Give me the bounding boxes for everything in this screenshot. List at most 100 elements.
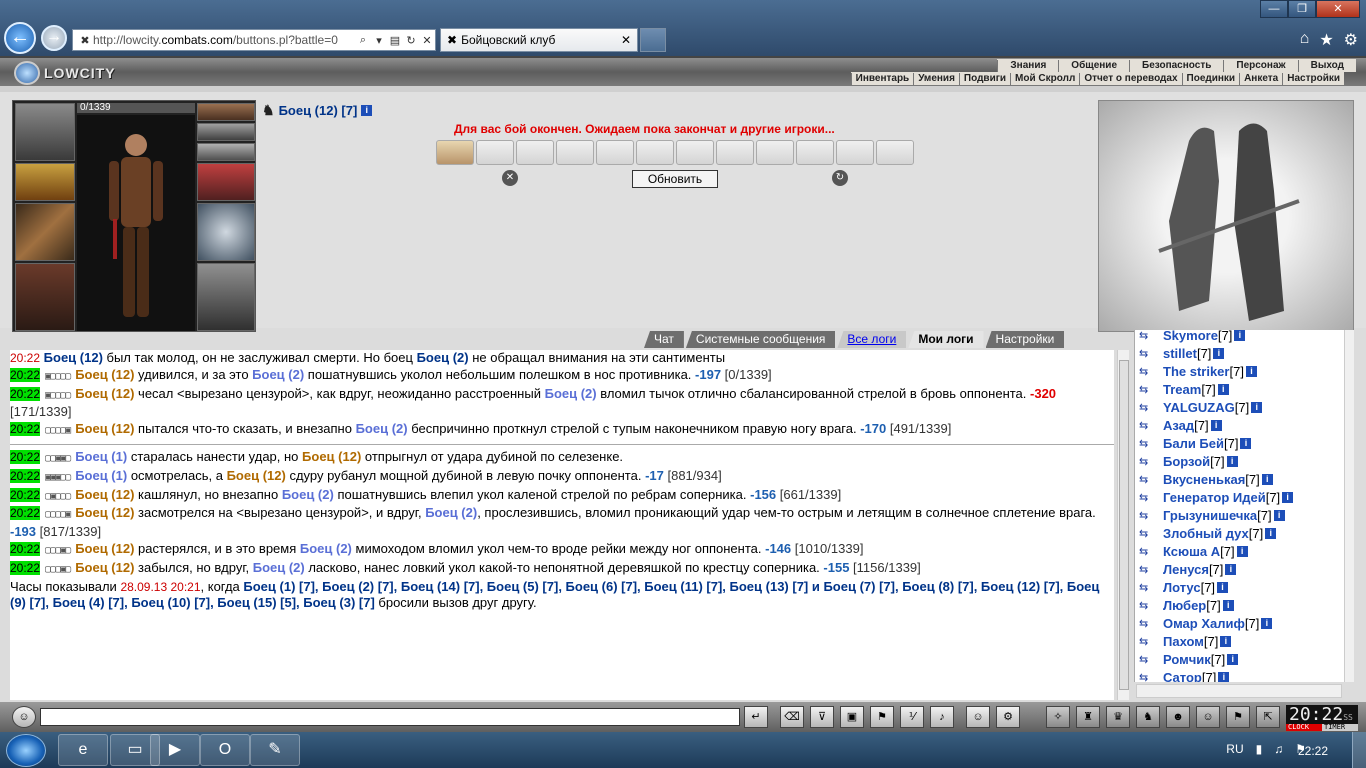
tab-system-messages[interactable]: Системные сообщения [685, 331, 836, 348]
translit-icon[interactable]: ⅟ [900, 706, 924, 728]
exit-icon[interactable]: ⇱ [1256, 706, 1280, 728]
private-message-icon[interactable]: ⇆ [1139, 617, 1163, 630]
private-message-icon[interactable]: ⇆ [1139, 509, 1163, 522]
send-icon[interactable]: ↵ [744, 706, 768, 728]
submenu-profile[interactable]: Анкета [1239, 72, 1282, 85]
volume-icon[interactable]: ♫ [1274, 742, 1283, 756]
private-message-icon[interactable]: ⇆ [1139, 563, 1163, 576]
earring-slot-icon[interactable] [197, 123, 255, 141]
compat-icon[interactable]: ▤ [387, 34, 403, 47]
user-name[interactable]: Ксюша А [1163, 544, 1220, 559]
tab-my-logs[interactable]: Мои логи [908, 331, 984, 348]
user-name[interactable]: Любер [1163, 598, 1206, 613]
online-user[interactable]: ⇆ Азад [7] i [1139, 416, 1222, 434]
private-message-icon[interactable]: ⇆ [1139, 347, 1163, 360]
tab-settings[interactable]: Настройки [985, 331, 1065, 348]
info-icon[interactable]: i [1251, 401, 1263, 413]
private-message-icon[interactable]: ⇆ [1139, 491, 1163, 504]
online-user[interactable]: ⇆ The striker [7] i [1139, 362, 1257, 380]
run-icon[interactable]: ⚑ [870, 706, 894, 728]
info-icon[interactable]: i [1217, 383, 1229, 395]
info-icon[interactable]: i [1234, 330, 1246, 341]
user-name[interactable]: Омар Халиф [1163, 616, 1245, 631]
online-user[interactable]: ⇆ Злобный дух [7] i [1139, 524, 1277, 542]
next-scroll-icon[interactable]: ↻ [832, 170, 848, 186]
scroll-slot-icon[interactable] [636, 140, 674, 165]
online-scrollbar[interactable] [1344, 330, 1354, 682]
info-icon[interactable]: i [1210, 419, 1222, 431]
info-icon[interactable]: i [1225, 563, 1237, 575]
helmet-icon[interactable]: ♞ [1136, 706, 1160, 728]
menu-character[interactable]: Персонаж [1223, 59, 1297, 72]
fighter-link[interactable]: Боец (12) [75, 505, 134, 520]
user-name[interactable]: The striker [1163, 364, 1229, 379]
scroll-slot-icon[interactable] [716, 140, 754, 165]
shield-slot-icon[interactable] [197, 203, 255, 261]
online-user[interactable]: ⇆ Tream [7] i [1139, 380, 1229, 398]
submenu-transfers[interactable]: Отчет о переводах [1079, 72, 1181, 85]
smiles-icon[interactable]: ☺ [966, 706, 990, 728]
info-icon[interactable]: i [1240, 437, 1252, 449]
info-icon[interactable]: i [1222, 599, 1234, 611]
fighter-link[interactable]: Боец (2) [425, 505, 477, 520]
settings-gear-icon[interactable]: ⚙ [1344, 30, 1358, 50]
new-tab-button[interactable] [640, 28, 666, 52]
online-user[interactable]: ⇆ Генератор Идей [7] i [1139, 488, 1294, 506]
boots-slot-icon[interactable] [197, 263, 255, 331]
menu-security[interactable]: Безопасность [1129, 59, 1223, 72]
fighter-link[interactable]: Боец (2) [545, 386, 597, 401]
flag-icon[interactable]: ⚑ [1226, 706, 1250, 728]
info-icon[interactable]: i [1236, 545, 1248, 557]
online-user[interactable]: ⇆ Омар Халиф [7] i [1139, 614, 1273, 632]
scroll-slot-icon[interactable] [756, 140, 794, 165]
eraser-icon[interactable]: ⌫ [780, 706, 804, 728]
scroll-slot-icon[interactable] [596, 140, 634, 165]
address-bar[interactable]: ✖ http://lowcity.combats.com/buttons.pl?… [72, 29, 436, 51]
start-button[interactable] [6, 734, 46, 767]
submenu-inventory[interactable]: Инвентарь [850, 72, 914, 85]
fighter-link[interactable]: Боец (12) [302, 449, 361, 464]
private-message-icon[interactable]: ⇆ [1139, 581, 1163, 594]
submenu-settings[interactable]: Настройки [1282, 72, 1344, 85]
online-user[interactable]: ⇆ Пахом [7] i [1139, 632, 1232, 650]
stop-icon[interactable]: ✕ [419, 34, 435, 47]
dropdown-icon[interactable]: ▾ [371, 34, 387, 47]
online-user[interactable]: ⇆ YALGUZAG [7] i [1139, 398, 1263, 416]
online-user[interactable]: ⇆ Любер [7] i [1139, 596, 1234, 614]
user-name[interactable]: Tream [1163, 382, 1201, 397]
settings-icon[interactable]: ⚙ [996, 706, 1020, 728]
user-name[interactable]: YALGUZAG [1163, 400, 1235, 415]
private-message-icon[interactable]: ⇆ [1139, 437, 1163, 450]
show-desktop-button[interactable] [1352, 732, 1366, 768]
fighter-link[interactable]: Боец (2) [417, 350, 469, 365]
fighter-link[interactable]: Боец (2) [252, 367, 304, 382]
prev-scroll-icon[interactable]: ✕ [502, 170, 518, 186]
fighter-link[interactable]: Боец (2) [300, 541, 352, 556]
online-user[interactable]: ⇆ Ромчик [7] i [1139, 650, 1239, 668]
online-user[interactable]: ⇆ Бали Бей [7] i [1139, 434, 1252, 452]
fighter-link[interactable]: Боец (12) [75, 560, 134, 575]
online-user[interactable]: ⇆ Ксюша А [7] i [1139, 542, 1248, 560]
rings-slot-icon[interactable] [197, 143, 255, 161]
fighter-link[interactable]: Боец (12) [75, 487, 134, 502]
private-message-icon[interactable]: ⇆ [1139, 330, 1163, 342]
info-icon[interactable]: i [1261, 617, 1273, 629]
bag-icon[interactable]: ♜ [1076, 706, 1100, 728]
user-name[interactable]: Генератор Идей [1163, 490, 1266, 505]
private-message-icon[interactable]: ⇆ [1139, 419, 1163, 432]
user-name[interactable]: Злобный дух [1163, 526, 1249, 541]
online-user[interactable]: ⇆ stillet [7] i [1139, 344, 1225, 362]
private-message-icon[interactable]: ⇆ [1139, 599, 1163, 612]
user-name[interactable]: Борзой [1163, 454, 1210, 469]
scroll-slot-icon[interactable] [436, 140, 474, 165]
log-scroll-thumb[interactable] [1119, 360, 1129, 690]
refresh-icon[interactable]: ↻ [403, 34, 419, 47]
user-name[interactable]: stillet [1163, 346, 1197, 361]
ie-taskbar-icon[interactable]: e [58, 734, 108, 766]
online-user[interactable]: ⇆ Грызунишечка [7] i [1139, 506, 1285, 524]
private-message-icon[interactable]: ⇆ [1139, 473, 1163, 486]
fighter-link[interactable]: Боец (12) [75, 421, 134, 436]
info-icon[interactable]: i [1245, 365, 1257, 377]
tray-clock[interactable]: 22:22 [1298, 744, 1328, 758]
save-icon[interactable]: ▣ [840, 706, 864, 728]
